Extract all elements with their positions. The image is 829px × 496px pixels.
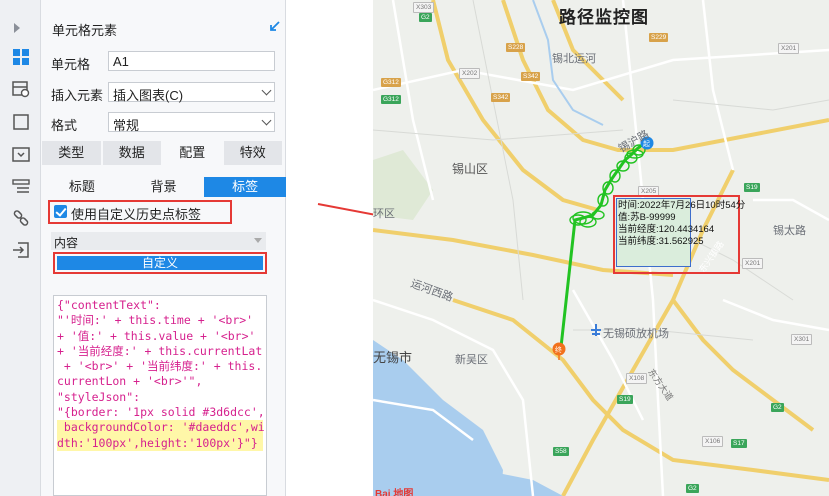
tab-effect[interactable]: 特效 (223, 141, 282, 165)
tab-background[interactable]: 背景 (123, 177, 205, 197)
code-line: "styleJson": (57, 389, 141, 404)
tooltip-latitude: 当前纬度:31.562925 (618, 236, 704, 247)
code-line: backgroundColor: '#daeddc',wi (57, 420, 265, 436)
code-editor[interactable]: {"contentText": "'时间:' + this.time + '<br… (53, 295, 267, 496)
map-label-airport: 无锡硕放机场 (603, 328, 669, 340)
code-line: currentLon + '<br>'", (57, 374, 203, 389)
map-label-xishan: 锡山区 (452, 162, 489, 176)
tooltip-longitude: 当前经度:120.4434164 (618, 224, 715, 235)
cell-label: 单元格 (51, 57, 91, 72)
road-shield: X106 (702, 436, 724, 447)
main-tabs: 类型 数据 配置 特效 (42, 141, 284, 165)
link-icon[interactable] (12, 209, 30, 227)
collapse-arrow-icon[interactable] (14, 23, 20, 33)
code-line: "{border: '1px solid #3d6dcc', (57, 405, 265, 420)
icon-rail (0, 0, 41, 496)
custom-label-checkbox[interactable] (54, 205, 67, 218)
tooltip-value: 值:苏B-99999 (618, 212, 676, 223)
road-shield: X303 (413, 2, 435, 13)
custom-label-checkbox-text: 使用自定义历史点标签 (71, 207, 202, 222)
map-label-road-left: 环区 (373, 208, 395, 220)
tab-label[interactable]: 标签 (204, 177, 287, 197)
baidu-map-logo: Bai 地图 (375, 489, 414, 496)
road-shield: S17 (731, 439, 747, 448)
cell-attribute-icon[interactable] (12, 80, 30, 98)
cell-element-panel: 单元格元素 单元格 A1 插入元素 插入图表(C) 格式 常规 类型 数据 配置… (41, 0, 287, 496)
insert-element-select[interactable]: 插入图表(C) (108, 82, 275, 103)
road-shield: S229 (649, 33, 669, 42)
screen: 单元格元素 单元格 A1 插入元素 插入图表(C) 格式 常规 类型 数据 配置… (0, 0, 829, 496)
panel-title: 单元格元素 (52, 23, 118, 38)
code-line: dth:'100px',height:'100px'}"} (57, 435, 263, 451)
map-label-xitai: 锡太路 (773, 225, 806, 237)
road-shield: S342 (521, 72, 541, 81)
road-shield: X108 (626, 373, 648, 384)
cell-element-icon[interactable] (12, 48, 30, 66)
border-icon[interactable] (12, 113, 30, 131)
sub-tabs: 标题 背景 标签 (41, 177, 287, 197)
code-line: + '当前经度:' + this.currentLat (57, 343, 263, 358)
cell-input[interactable]: A1 (108, 51, 275, 71)
road-shield: X301 (791, 334, 813, 345)
caret-down-icon (254, 238, 262, 243)
content-label: 内容 (54, 236, 79, 250)
tab-title[interactable]: 标题 (41, 177, 123, 197)
insert-element-label: 插入元素 (51, 88, 104, 103)
road-shield: S19 (617, 395, 633, 404)
history-point-tooltip: 时间:2022年7月26日10时54分 值:苏B-99999 当前经度:120.… (616, 198, 746, 267)
content-select[interactable]: 内容 (51, 232, 266, 250)
list-icon[interactable] (12, 178, 30, 196)
route-start-marker[interactable]: 起 (643, 139, 650, 149)
road-shield: X201 (778, 43, 800, 54)
road-shield: X202 (459, 68, 481, 79)
map-roads (373, 0, 829, 496)
road-shield: X201 (742, 258, 764, 269)
road-shield: G312 (381, 95, 401, 104)
map-label-xibei: 锡北运河 (552, 53, 596, 65)
code-line: {"contentText": (57, 298, 161, 312)
insert-element-value: 插入图表(C) (113, 88, 184, 103)
custom-button[interactable]: 自定义 (57, 256, 263, 270)
import-icon[interactable] (12, 241, 30, 259)
map-label-wuxi: 无锡市 (373, 350, 413, 365)
code-line: + '值:' + this.value + '<br>' (57, 328, 256, 343)
tab-config[interactable]: 配置 (163, 141, 222, 165)
route-map[interactable]: 路径监控图 锡北运河 锡山区 环区 无锡市 新吴区 无锡硕放机场 锡太路 锡沪路… (373, 0, 829, 496)
road-shield: G2 (419, 13, 432, 22)
road-shield: S58 (553, 447, 569, 456)
chevron-down-icon (261, 85, 272, 96)
road-shield: S19 (744, 183, 760, 192)
tooltip-time: 时间:2022年7月26日10时54分 (618, 200, 746, 211)
code-line: + '<br>' + '当前纬度:' + this. (57, 359, 263, 374)
format-select[interactable]: 常规 (108, 112, 275, 133)
expand-icon[interactable] (269, 20, 281, 32)
road-shield: S342 (491, 93, 511, 102)
chevron-down-icon (261, 115, 272, 126)
map-title: 路径监控图 (559, 8, 649, 27)
road-shield: G312 (381, 78, 401, 87)
route-end-marker[interactable]: 终 (555, 345, 562, 355)
map-label-xinwu: 新吴区 (455, 354, 488, 366)
format-label: 格式 (51, 118, 78, 133)
road-shield: G2 (771, 403, 784, 412)
widget-icon[interactable] (12, 146, 30, 164)
custom-button-highlight-frame: 自定义 (53, 252, 267, 274)
tab-type[interactable]: 类型 (42, 141, 101, 165)
road-shield: G2 (686, 484, 699, 493)
road-shield: S228 (506, 43, 526, 52)
code-line: "'时间:' + this.time + '<br>' (57, 313, 254, 328)
tab-data[interactable]: 数据 (102, 141, 161, 165)
format-value: 常规 (113, 118, 140, 133)
